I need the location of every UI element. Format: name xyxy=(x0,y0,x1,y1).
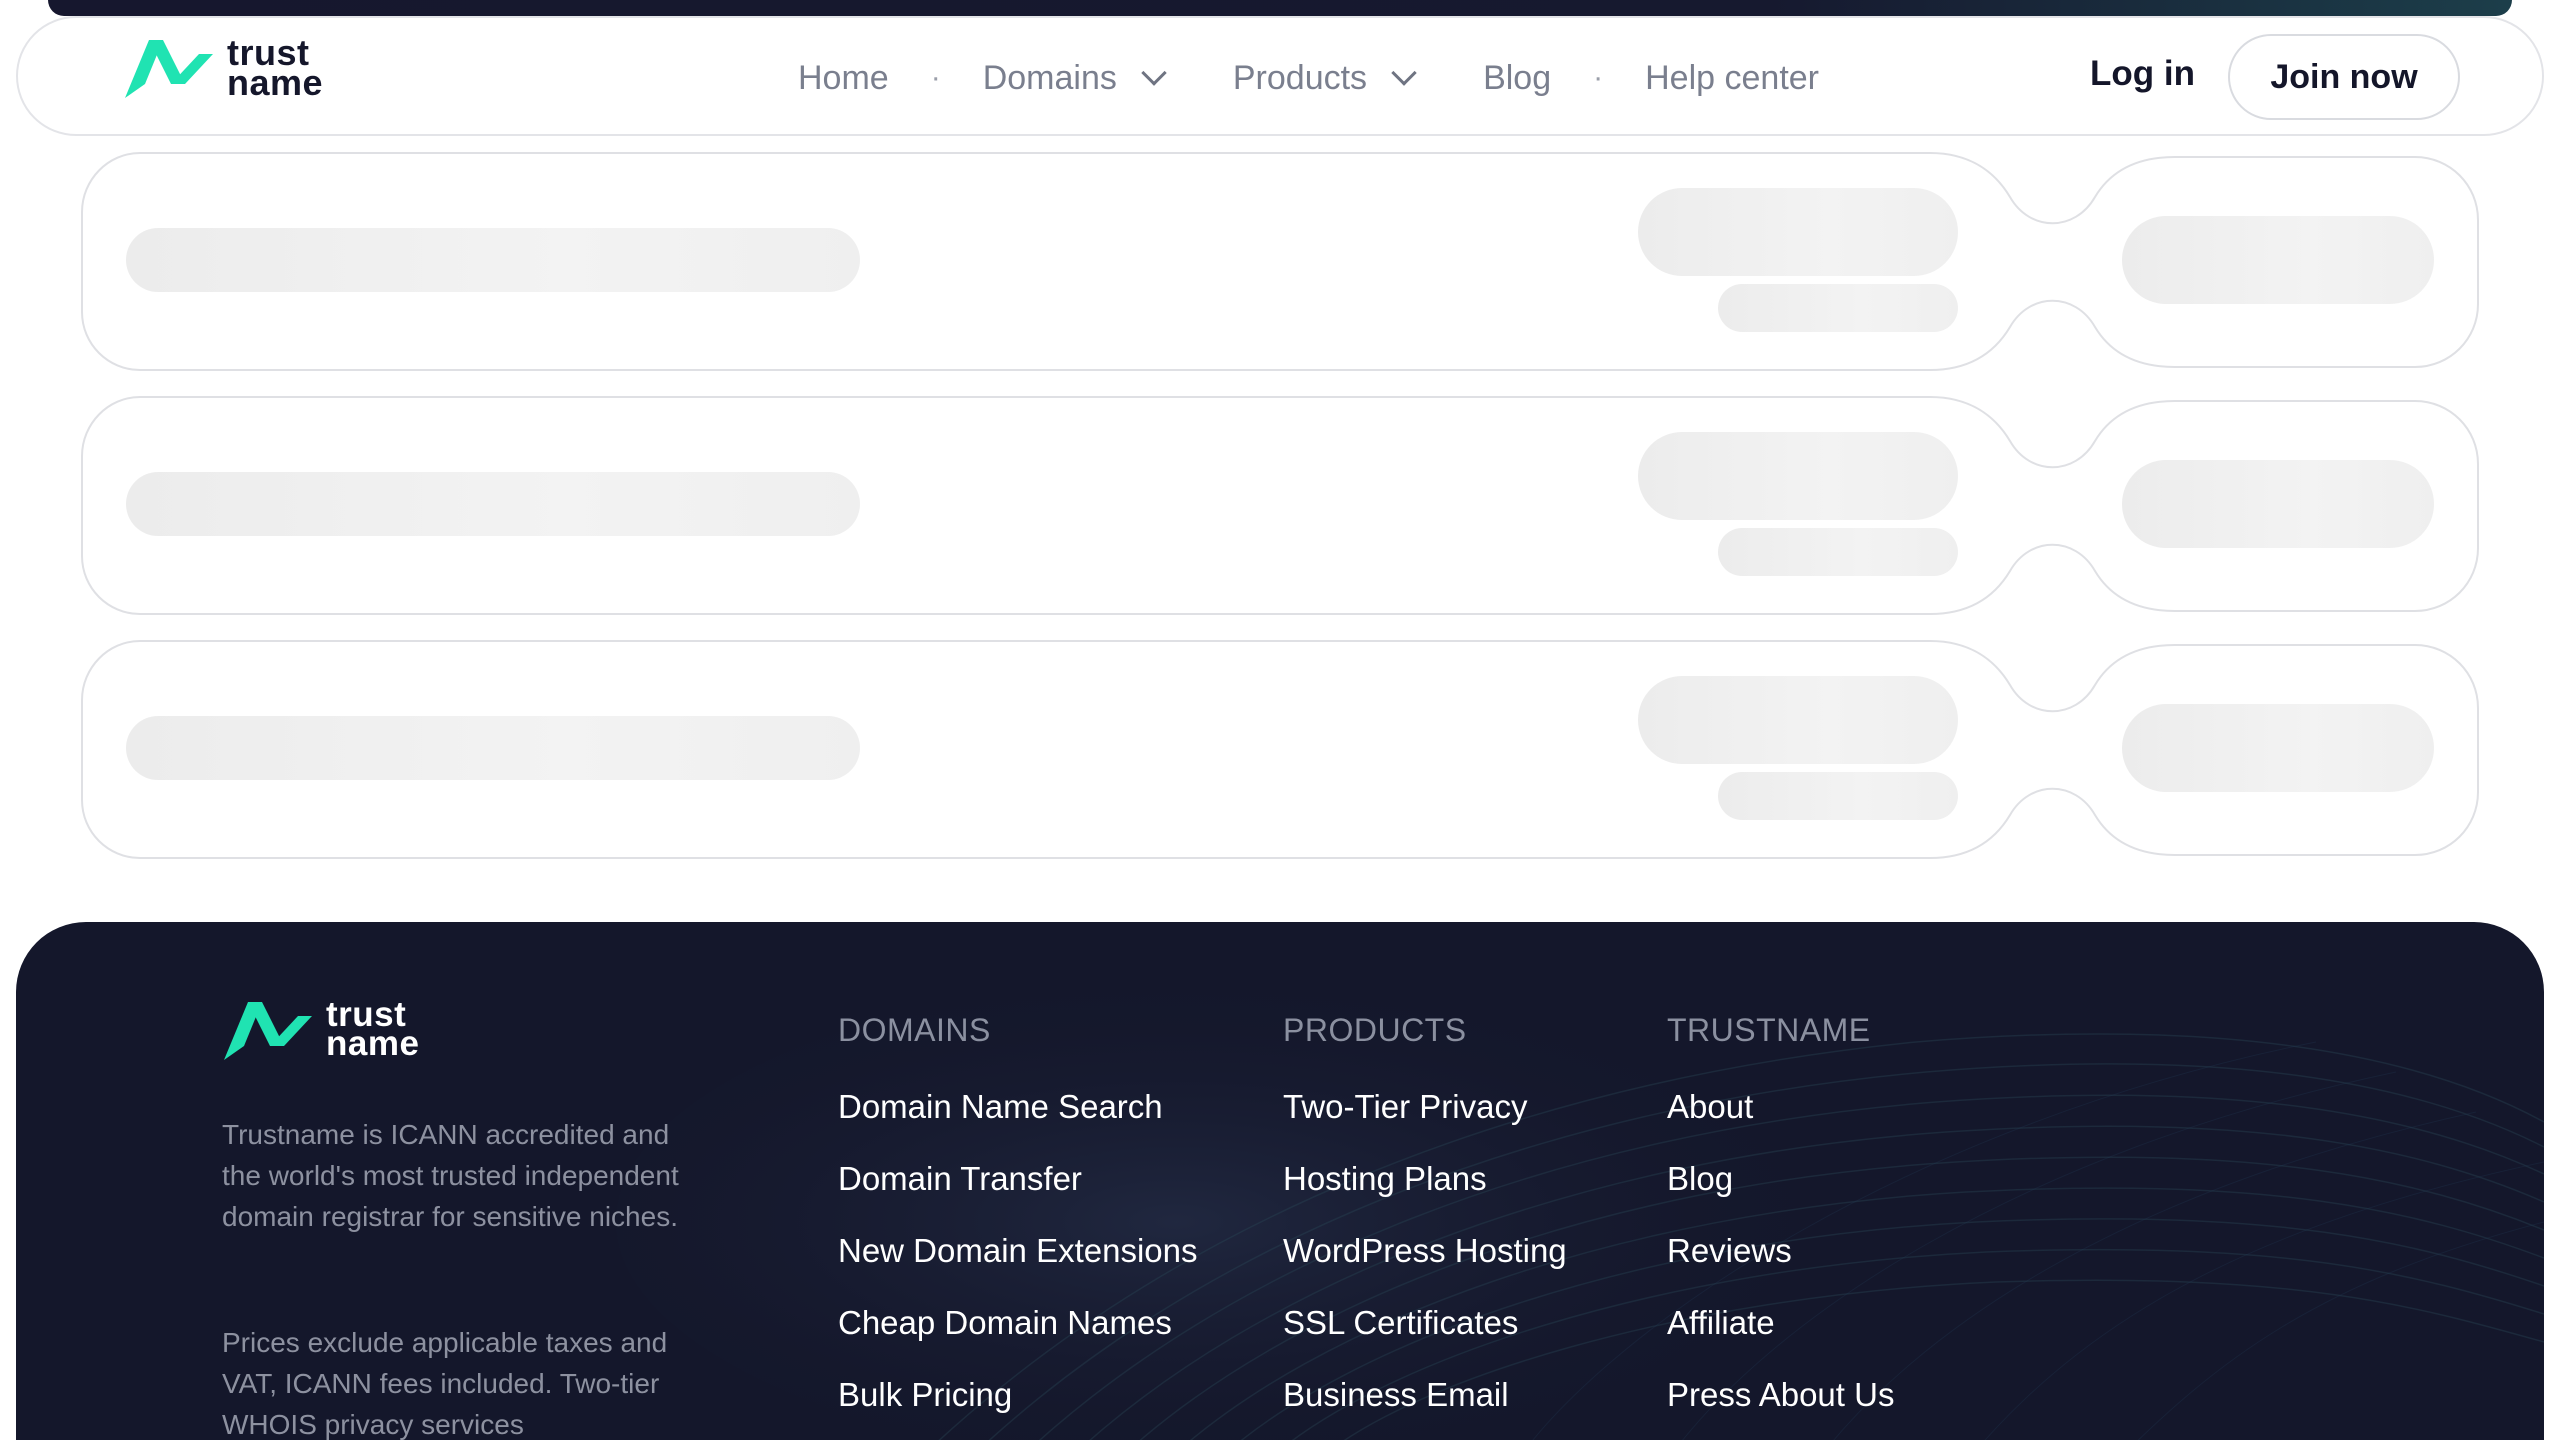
footer-link[interactable]: Domain Transfer xyxy=(838,1160,1198,1232)
footer-link[interactable]: Two-Tier Privacy xyxy=(1283,1088,1567,1160)
join-now-button[interactable]: Join now xyxy=(2228,34,2460,120)
footer-link[interactable]: Blog xyxy=(1667,1160,1894,1232)
footer-link[interactable]: Press About Us xyxy=(1667,1376,1894,1440)
skeleton-button xyxy=(2122,460,2434,548)
skeleton-price xyxy=(1638,432,1958,520)
nav-home[interactable]: Home xyxy=(798,59,889,98)
main-nav: Home · Domains Products Blog · Help cent… xyxy=(798,18,1819,138)
chevron-down-icon xyxy=(1141,60,1167,86)
footer-links-domains: Domain Name Search Domain Transfer New D… xyxy=(838,1088,1198,1440)
footer-link[interactable]: About xyxy=(1667,1088,1894,1160)
nav-separator: · xyxy=(930,61,941,94)
footer-links-products: Two-Tier Privacy Hosting Plans WordPress… xyxy=(1283,1088,1567,1440)
skeleton-price xyxy=(1638,676,1958,764)
footer-link[interactable]: Hosting Plans xyxy=(1283,1160,1567,1232)
footer-link[interactable]: Business Email xyxy=(1283,1376,1567,1440)
skeleton-price-sub xyxy=(1718,284,1958,332)
footer-link[interactable]: Bulk Pricing xyxy=(838,1376,1198,1440)
footer-heading-products: PRODUCTS xyxy=(1283,1012,1467,1048)
trustname-logo[interactable]: trust name xyxy=(123,35,324,103)
footer-links-trustname: About Blog Reviews Affiliate Press About… xyxy=(1667,1088,1894,1440)
nav-help-center[interactable]: Help center xyxy=(1645,59,1819,98)
login-link[interactable]: Log in xyxy=(2090,54,2195,94)
logo-word-bottom: name xyxy=(326,1024,420,1063)
footer-link[interactable]: WordPress Hosting xyxy=(1283,1232,1567,1304)
footer-heading-trustname: TRUSTNAME xyxy=(1667,1012,1871,1048)
loading-card xyxy=(80,152,2480,372)
top-banner-edge xyxy=(48,0,2512,16)
nav-domains-label: Domains xyxy=(982,58,1117,97)
footer-heading-domains: DOMAINS xyxy=(838,1012,991,1048)
top-navbar: trust name Home · Domains Products Blog … xyxy=(16,16,2544,136)
footer-trustname-logo[interactable]: trust name xyxy=(222,998,419,1062)
skeleton-price-sub xyxy=(1718,772,1958,820)
trustname-logo-icon xyxy=(125,40,213,98)
nav-blog[interactable]: Blog xyxy=(1483,59,1551,98)
skeleton-button xyxy=(2122,704,2434,792)
skeleton-title xyxy=(126,228,860,292)
footer-link[interactable]: Domain Name Search xyxy=(838,1088,1198,1160)
chevron-down-icon xyxy=(1391,60,1417,86)
loading-card xyxy=(80,396,2480,616)
skeleton-price-sub xyxy=(1718,528,1958,576)
footer-link[interactable]: Affiliate xyxy=(1667,1304,1894,1376)
footer-about-text: Trustname is ICANN accredited and the wo… xyxy=(222,1119,679,1232)
loading-card xyxy=(80,640,2480,860)
footer-link[interactable]: SSL Certificates xyxy=(1283,1304,1567,1376)
footer-prices-note: Prices exclude applicable taxes and VAT,… xyxy=(222,1327,668,1440)
nav-separator: · xyxy=(1593,61,1604,94)
site-footer: trust name Trustname is ICANN accredited… xyxy=(16,922,2544,1440)
trustname-logo-icon xyxy=(224,1002,312,1060)
skeleton-price xyxy=(1638,188,1958,276)
skeleton-title xyxy=(126,716,860,780)
skeleton-title xyxy=(126,472,860,536)
nav-products-label: Products xyxy=(1232,58,1368,97)
footer-link[interactable]: Reviews xyxy=(1667,1232,1894,1304)
logo-word-bottom: name xyxy=(227,62,324,103)
footer-link[interactable]: New Domain Extensions xyxy=(838,1232,1198,1304)
skeleton-button xyxy=(2122,216,2434,304)
footer-link[interactable]: Cheap Domain Names xyxy=(838,1304,1198,1376)
nav-products[interactable]: Products xyxy=(1232,58,1417,98)
nav-domains[interactable]: Domains xyxy=(982,58,1167,98)
